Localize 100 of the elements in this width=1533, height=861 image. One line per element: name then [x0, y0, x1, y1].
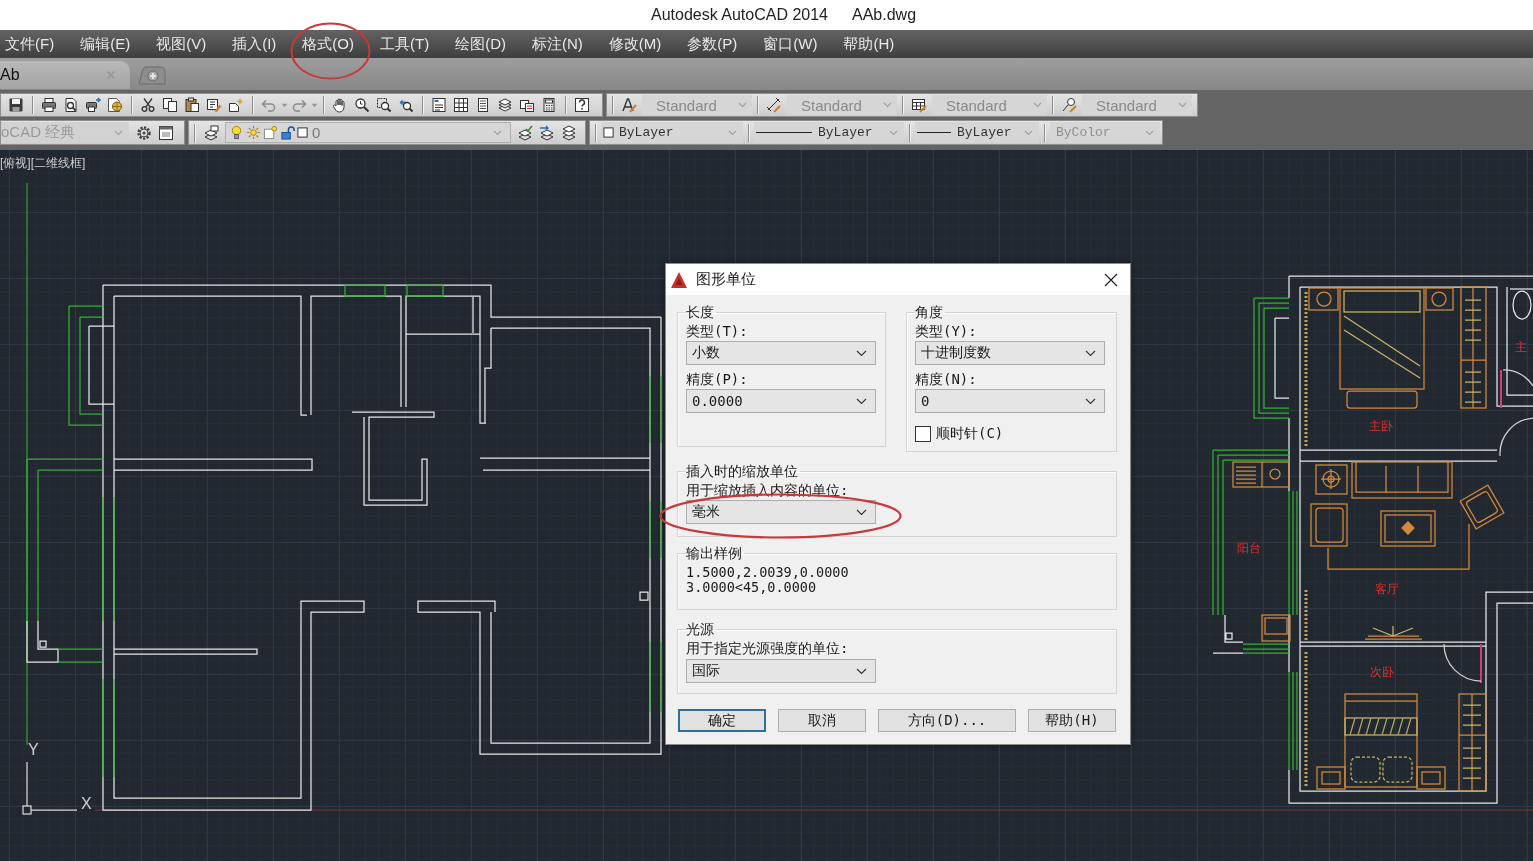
linetype-dropdown[interactable]: ByLayer	[754, 122, 904, 143]
chevron-down-icon	[728, 129, 737, 136]
copy-icon[interactable]	[162, 97, 178, 113]
chevron-down-icon	[738, 102, 747, 108]
sphere-page-icon[interactable]	[107, 97, 123, 113]
chevron-down-icon	[1178, 102, 1187, 108]
menu-item[interactable]: 窗口(W)	[750, 30, 831, 58]
magnifier-arrow-icon[interactable]	[398, 97, 414, 113]
magnifier-clock-icon[interactable]	[354, 97, 370, 113]
armchair-drawing	[1310, 503, 1348, 547]
tv-cabinet-drawing	[1364, 625, 1423, 640]
page-magnifier-icon[interactable]	[63, 97, 79, 113]
length-precision-label: 精度(P):	[686, 371, 749, 387]
color-swatch-icon	[603, 127, 614, 138]
window-icon[interactable]	[158, 124, 174, 141]
layers-icon[interactable]	[203, 124, 219, 141]
dimension-brush-icon[interactable]	[766, 97, 782, 113]
form-icon[interactable]	[431, 97, 447, 113]
sun-icon[interactable]	[246, 125, 261, 140]
stack-icon[interactable]	[497, 97, 513, 113]
printer-icon[interactable]	[41, 97, 57, 113]
clockwise-checkbox[interactable]	[915, 426, 931, 442]
layer-stack-icon[interactable]	[561, 124, 577, 141]
angle-type-dropdown[interactable]: 十进制度数	[915, 341, 1105, 365]
grid-panel-icon[interactable]	[453, 97, 469, 113]
close-icon[interactable]	[1104, 272, 1118, 287]
table-brush-icon[interactable]	[911, 97, 927, 113]
color-dropdown[interactable]: ByLayer	[601, 122, 743, 143]
new-tab-icon[interactable]	[138, 66, 166, 85]
help-icon[interactable]	[574, 97, 590, 113]
room-label: 主	[1515, 340, 1527, 354]
sink-counter-drawing	[1232, 461, 1290, 488]
printer-arrow-icon[interactable]	[85, 97, 101, 113]
room-label: 次卧	[1370, 665, 1394, 679]
document-tab[interactable]: Ab	[0, 61, 130, 89]
unlocked-padlock-icon[interactable]	[280, 125, 295, 140]
calculator-icon[interactable]	[541, 97, 557, 113]
angle-precision-dropdown[interactable]: 0	[915, 389, 1105, 413]
layer-arrow-icon[interactable]	[539, 124, 555, 141]
light-bulb-icon[interactable]	[229, 125, 244, 140]
document-name: AAb.dwg	[852, 6, 917, 24]
chevron-down-icon	[889, 129, 898, 136]
group-heading: 角度	[915, 304, 944, 320]
hand-icon[interactable]	[332, 97, 348, 113]
group-heading: 插入时的缩放单位	[686, 463, 799, 479]
insertion-units-dropdown[interactable]: 毫米	[686, 500, 876, 524]
list-page-icon[interactable]	[475, 97, 491, 113]
chevron-down-icon	[114, 129, 123, 136]
redo-icon[interactable]	[291, 97, 307, 113]
menu-item[interactable]: 标注(N)	[519, 30, 596, 58]
side-table-drawing	[1315, 464, 1348, 495]
dialog-title: 图形单位	[696, 270, 756, 289]
group-heading: 输出样例	[686, 545, 743, 561]
room-label: 主卧	[1369, 419, 1393, 433]
line-sample-icon	[756, 131, 812, 134]
viewport-label[interactable]: [俯视][二维线框]	[0, 155, 86, 172]
direction-button[interactable]: 方向(D)...	[878, 709, 1016, 732]
magnifier-frame-icon[interactable]	[376, 97, 392, 113]
undo-icon[interactable]	[261, 97, 277, 113]
length-precision-dropdown[interactable]: 0.0000	[686, 389, 876, 413]
menu-item[interactable]: 插入(I)	[219, 30, 290, 58]
chevron-down-icon	[493, 129, 502, 136]
letter-brush-icon[interactable]	[621, 97, 637, 113]
y-axis-label: Y	[28, 742, 39, 758]
menu-item[interactable]: 文件(F)	[0, 30, 68, 58]
scissors-icon[interactable]	[140, 97, 156, 113]
menu-item[interactable]: 帮助(H)	[830, 30, 908, 58]
group-heading: 长度	[686, 304, 715, 320]
lineweight-dropdown[interactable]: ByLayer	[915, 122, 1039, 143]
help-button[interactable]: 帮助(H)	[1028, 709, 1116, 732]
frame-sun-icon[interactable]	[263, 125, 278, 140]
app-logo-icon	[670, 270, 688, 289]
armchair-drawing	[1459, 484, 1505, 530]
room-label: 客厅	[1375, 582, 1399, 596]
chevron-down-icon	[856, 508, 867, 516]
nightstand-drawing	[1308, 287, 1339, 311]
angle-type-label: 类型(Y):	[915, 323, 978, 339]
menu-item[interactable]: 编辑(E)	[67, 30, 144, 58]
settings-icon[interactable]	[136, 124, 152, 141]
balloon-brush-icon[interactable]	[1061, 97, 1077, 113]
length-type-dropdown[interactable]: 小数	[686, 341, 876, 365]
toilet-drawing	[1509, 288, 1533, 320]
clipboard-icon[interactable]	[184, 97, 200, 113]
door-drawing	[1499, 417, 1533, 457]
pages-icon[interactable]	[519, 97, 535, 113]
door-drawing	[1500, 369, 1533, 409]
lighting-units-dropdown[interactable]: 国际	[686, 659, 876, 683]
cancel-button[interactable]: 取消	[778, 709, 866, 732]
menu-item[interactable]: 参数(P)	[674, 30, 751, 58]
menu-item[interactable]: 绘图(D)	[442, 30, 519, 58]
page-sparkle-icon[interactable]	[228, 97, 244, 113]
ok-button[interactable]: 确定	[678, 709, 766, 732]
x-axis-label: X	[81, 796, 92, 812]
layer-name: 0	[312, 124, 321, 141]
menu-item[interactable]: 工具(T)	[367, 30, 443, 58]
save-icon[interactable]	[8, 97, 24, 113]
layer-check-icon[interactable]	[517, 124, 533, 141]
menu-item[interactable]: 视图(V)	[143, 30, 220, 58]
brush-page-icon[interactable]	[206, 97, 222, 113]
menu-item[interactable]: 修改(M)	[595, 30, 675, 58]
